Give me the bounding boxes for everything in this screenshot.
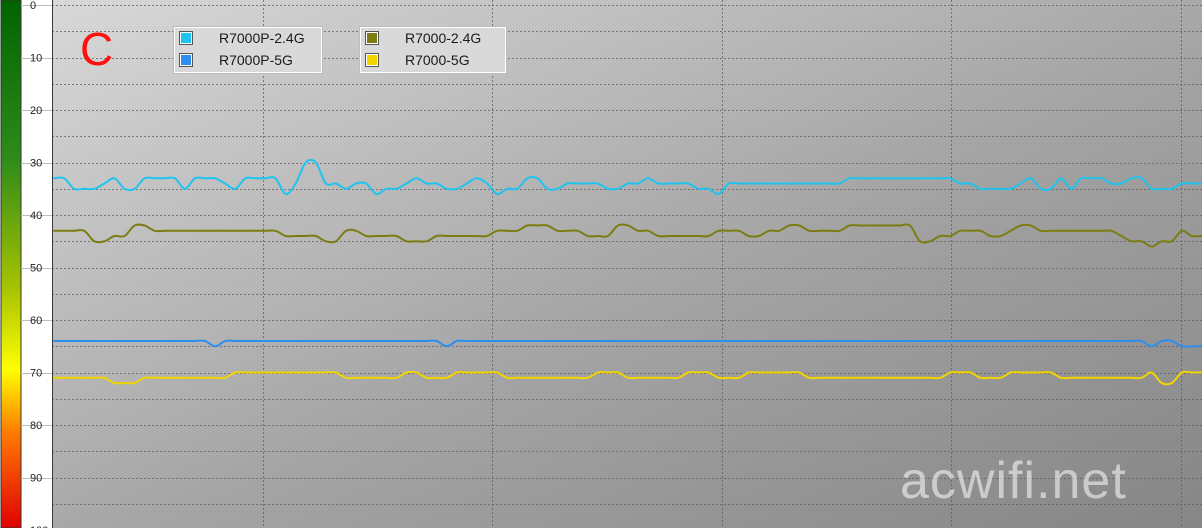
legend-item-r7000-24g: R7000-2.4G — [362, 28, 481, 48]
y-tick-label: 30 — [30, 158, 42, 170]
plot-background — [52, 0, 1202, 528]
legend-item-r7000p-5g: R7000P-5G — [176, 50, 293, 70]
y-tick-label: 80 — [30, 420, 42, 432]
y-tick-label: 40 — [30, 210, 42, 222]
y-tick-label: 50 — [30, 263, 42, 275]
legend-item-r7000-5g: R7000-5G — [362, 50, 470, 70]
signal-strength-scale-bar — [0, 0, 22, 528]
legend-swatch-icon — [365, 31, 379, 45]
signal-chart: 0102030405060708090100 C R7000P-2.4G R70… — [0, 0, 1202, 528]
legend-label: R7000-5G — [405, 52, 470, 68]
y-tick-label: 20 — [30, 105, 42, 117]
legend-label: R7000-2.4G — [405, 30, 482, 46]
legend-swatch-icon — [179, 53, 193, 67]
y-tick-label: 70 — [30, 368, 42, 380]
chart-canvas: 0102030405060708090100 — [0, 0, 1202, 528]
y-tick-label: 10 — [30, 53, 42, 65]
y-tick-label: 90 — [30, 473, 42, 485]
legend-swatch-icon — [179, 31, 193, 45]
y-tick-label: 60 — [30, 315, 42, 327]
legend-swatch-icon — [365, 53, 379, 67]
panel-label: C — [80, 23, 114, 75]
legend-item-r7000p-24g: R7000P-2.4G — [176, 28, 305, 48]
y-tick-label: 0 — [30, 0, 36, 12]
legend-label: R7000P-5G — [219, 52, 293, 68]
legend-label: R7000P-2.4G — [219, 30, 305, 46]
watermark-text: acwifi.net — [900, 452, 1127, 510]
